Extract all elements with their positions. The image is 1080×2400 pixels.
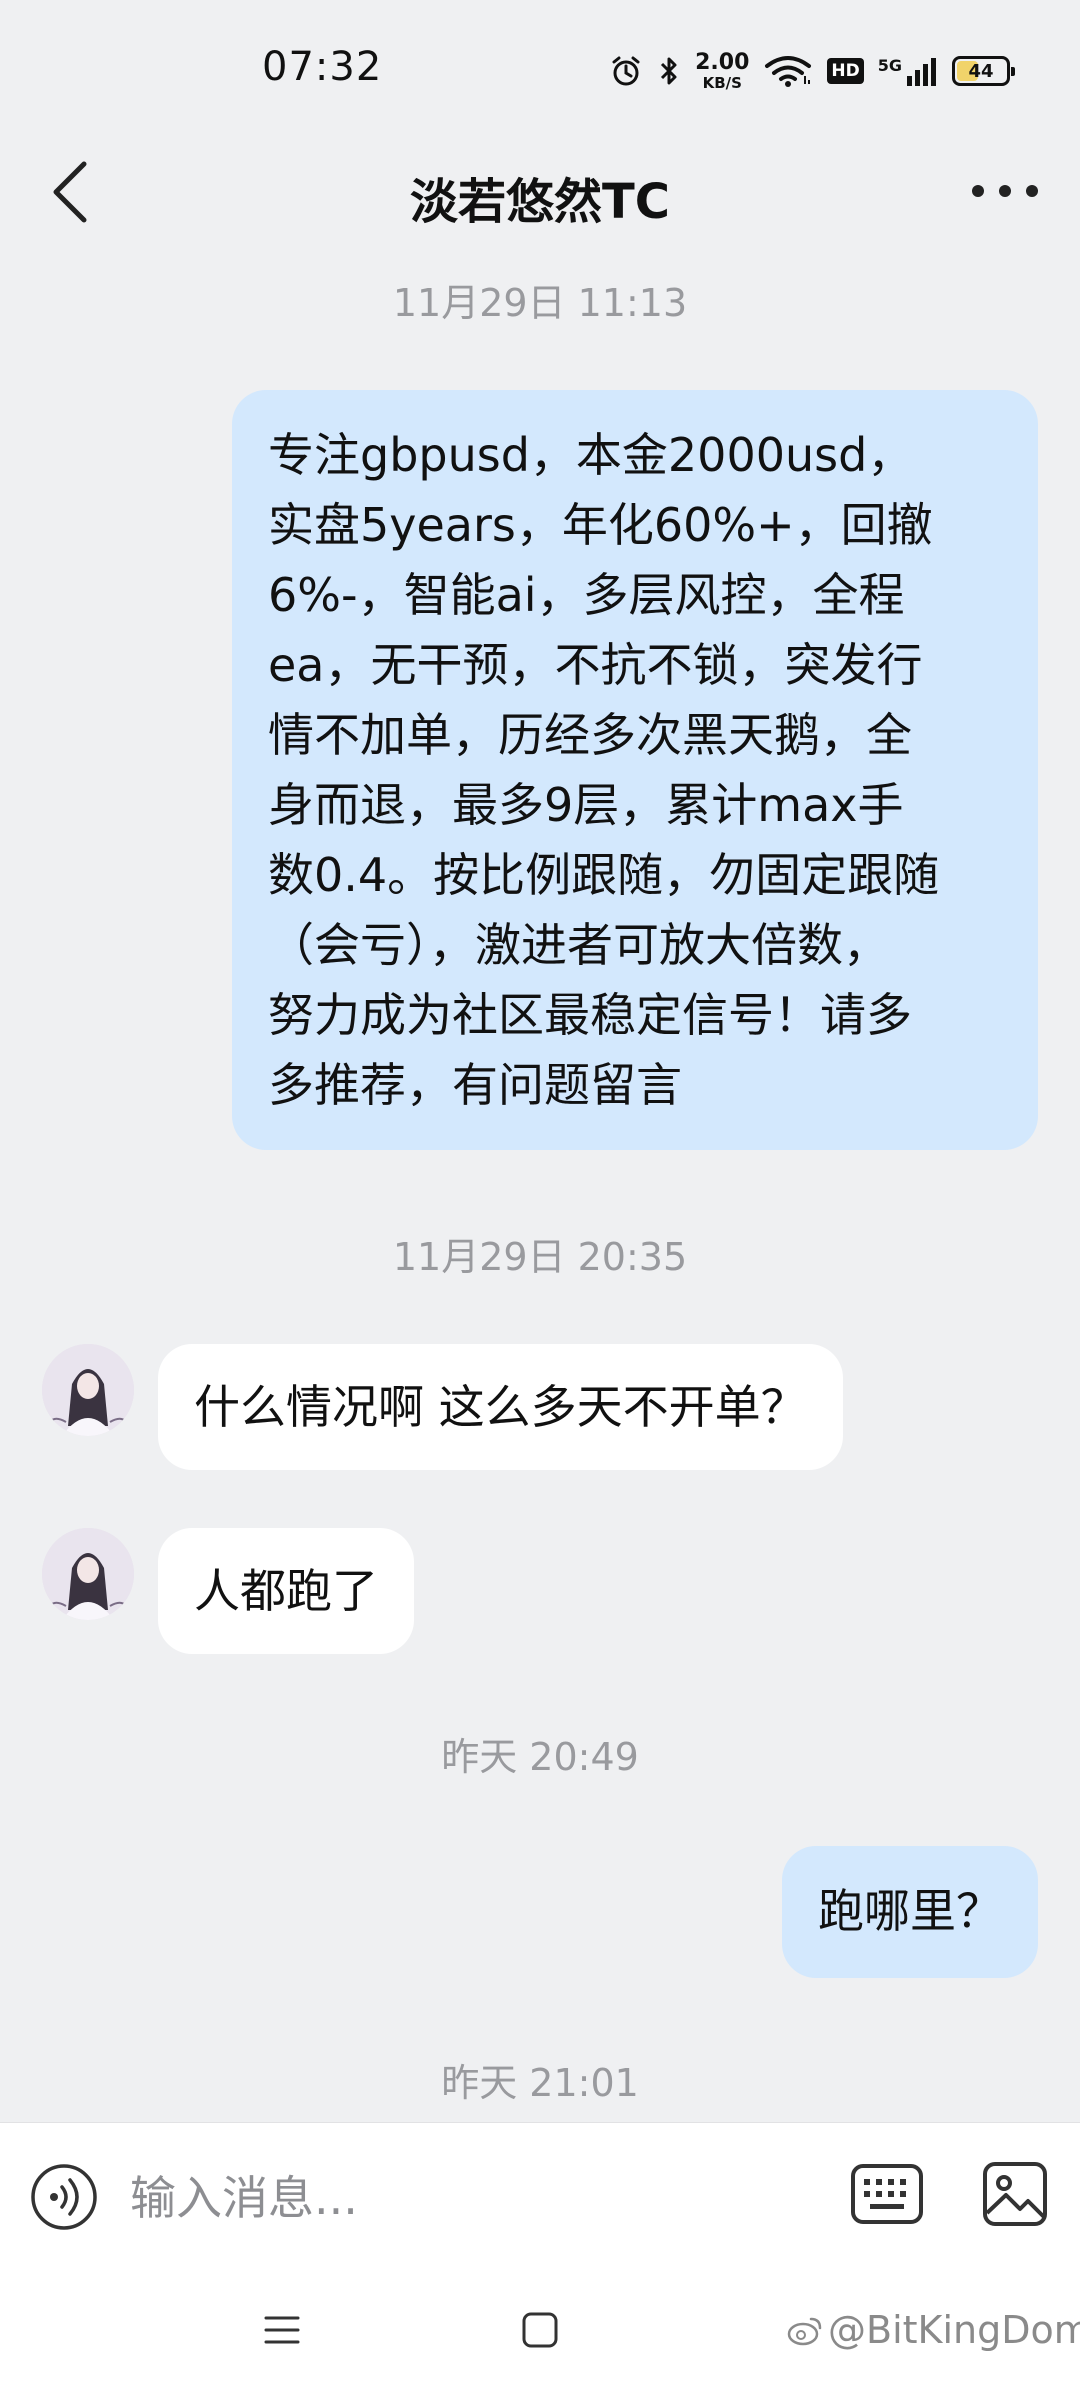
message-input-bar bbox=[0, 2122, 1080, 2272]
system-nav-bar: @BitKingDom bbox=[0, 2272, 1080, 2400]
message-timestamp: 11月29日 20:35 bbox=[392, 1235, 688, 1279]
message-line: 身而退，最多9层，累计max手 bbox=[268, 778, 904, 832]
status-bar: 07:32 2.00 KB/S HD 5G 44 bbox=[0, 0, 1080, 140]
outgoing-message[interactable]: 跑哪里？ bbox=[782, 1846, 1038, 1978]
home-button[interactable] bbox=[520, 2310, 560, 2350]
outgoing-message[interactable]: 专注gbpusd，本金2000usd， 实盘5years，年化60%+，回撤 6… bbox=[232, 390, 1038, 1150]
network-speed-value: 2.00 bbox=[695, 49, 750, 75]
status-time: 07:32 bbox=[262, 44, 383, 90]
watermark: @BitKingDom bbox=[786, 2308, 1080, 2352]
battery-icon: 44 bbox=[952, 56, 1015, 86]
chat-title: 淡若悠然TC bbox=[410, 174, 670, 230]
chat-screen: 07:32 2.00 KB/S HD 5G 44 淡若悠然TC 11月29日 1… bbox=[0, 0, 1080, 2400]
home-square-icon bbox=[522, 2312, 558, 2348]
wifi-icon bbox=[763, 54, 813, 88]
more-options-button[interactable] bbox=[960, 156, 1050, 226]
more-dots-icon bbox=[972, 185, 1038, 197]
incoming-message[interactable]: 人都跑了 bbox=[158, 1528, 414, 1654]
keyboard-icon bbox=[851, 2164, 923, 2224]
network-speed-unit: KB/S bbox=[702, 73, 742, 92]
voice-input-button[interactable] bbox=[30, 2163, 98, 2231]
network-speed: 2.00 KB/S bbox=[695, 49, 750, 92]
message-input[interactable] bbox=[130, 2163, 780, 2233]
message-timestamp: 11月29日 11:13 bbox=[392, 281, 688, 325]
voice-icon bbox=[31, 2164, 97, 2230]
signal-icon: 5G bbox=[878, 56, 938, 86]
message-line: ea，无干预，不抗不锁，突发行 bbox=[268, 638, 923, 692]
hd-badge: HD bbox=[827, 58, 864, 84]
image-icon bbox=[983, 2162, 1047, 2226]
chat-header: 淡若悠然TC bbox=[0, 140, 1080, 250]
message-line: 实盘5years，年化60%+，回撤 bbox=[268, 498, 933, 552]
message-timestamp: 昨天 21:01 bbox=[441, 2061, 639, 2105]
network-type-label: 5G bbox=[877, 56, 902, 75]
bluetooth-icon bbox=[657, 54, 681, 88]
keyboard-button[interactable] bbox=[850, 2163, 924, 2233]
image-button[interactable] bbox=[982, 2161, 1048, 2227]
recent-apps-button[interactable] bbox=[262, 2310, 302, 2350]
message-line: （会亏），激进者可放大倍数， bbox=[268, 918, 889, 972]
incoming-message[interactable]: 什么情况啊 这么多天不开单？ bbox=[158, 1344, 843, 1470]
menu-icon bbox=[264, 2316, 300, 2344]
message-line: 情不加单，历经多次黑天鹅，全 bbox=[268, 708, 912, 762]
status-icons: 2.00 KB/S HD 5G 44 bbox=[609, 46, 1015, 96]
weibo-logo-icon bbox=[787, 2317, 822, 2346]
message-timestamp: 昨天 20:49 bbox=[441, 1735, 639, 1779]
watermark-text: @BitKingDom bbox=[828, 2308, 1080, 2352]
message-line: 多推荐，有问题留言 bbox=[268, 1058, 682, 1112]
battery-level: 44 bbox=[968, 60, 994, 82]
message-line: 专注gbpusd，本金2000usd， bbox=[268, 428, 914, 482]
alarm-icon bbox=[609, 54, 643, 88]
message-line: 努力成为社区最稳定信号！请多 bbox=[268, 988, 912, 1042]
message-line: 6%-，智能ai，多层风控，全程 bbox=[268, 568, 905, 622]
contact-avatar[interactable] bbox=[42, 1528, 134, 1620]
message-line: 数0.4。按比例跟随，勿固定跟随 bbox=[268, 848, 940, 902]
contact-avatar[interactable] bbox=[42, 1344, 134, 1436]
